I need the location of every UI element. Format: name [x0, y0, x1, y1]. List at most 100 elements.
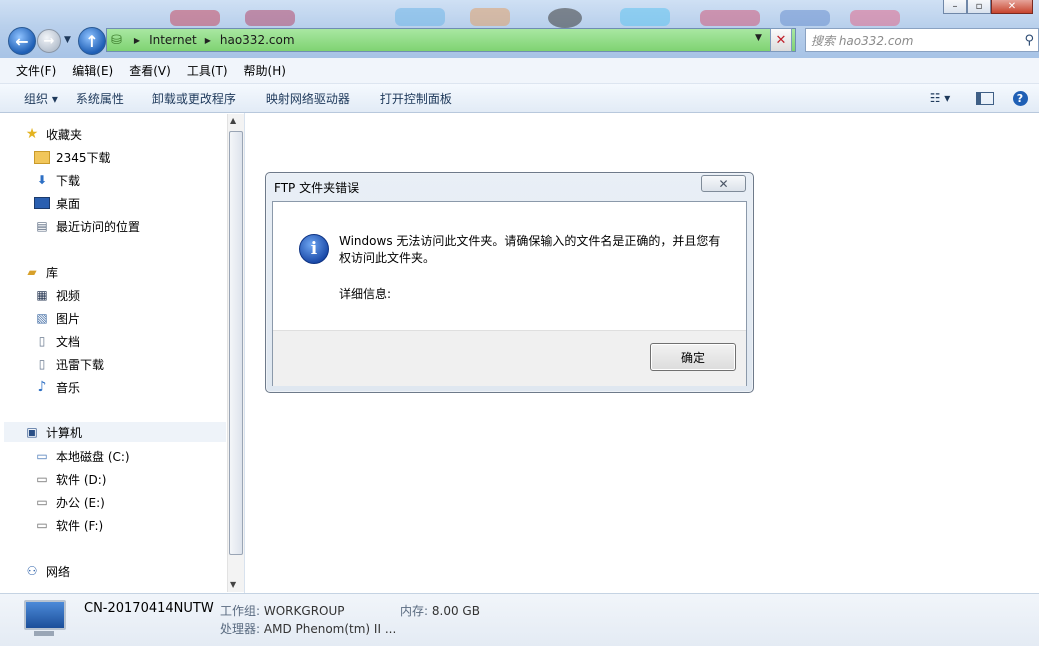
- nav-computer[interactable]: ▣ 计算机: [4, 422, 226, 442]
- picture-icon: ▧: [36, 311, 48, 325]
- scroll-up-icon[interactable]: ▲: [230, 116, 236, 125]
- breadcrumb-separator-icon: ▶: [204, 35, 211, 45]
- nav-item-label: 文档: [56, 334, 81, 349]
- dialog-close-button[interactable]: ✕: [701, 175, 746, 192]
- breadcrumb-site[interactable]: hao332.com: [220, 33, 295, 47]
- processor-info: 处理器: AMD Phenom(tm) II ...: [220, 620, 396, 637]
- nav-item-label: 桌面: [56, 196, 81, 211]
- up-button[interactable]: ↑: [78, 27, 106, 55]
- map-network-drive-button[interactable]: 映射网络驱动器: [248, 90, 362, 107]
- nav-item-label: 最近访问的位置: [56, 219, 141, 234]
- arrow-up-icon: ↑: [85, 31, 99, 51]
- nav-item-label: 软件 (F:): [56, 518, 104, 533]
- search-box[interactable]: 搜索 hao332.com ⚲: [805, 28, 1039, 52]
- memory-label: 内存:: [400, 604, 429, 618]
- nav-item-label: 软件 (D:): [56, 472, 107, 487]
- scrollbar-thumb[interactable]: [229, 131, 243, 555]
- nav-item-drive-c[interactable]: ▭ 本地磁盘 (C:): [34, 446, 130, 466]
- address-history-dropdown[interactable]: ▼: [755, 33, 762, 43]
- background-blur: [170, 10, 220, 26]
- network-location-icon: ⛁: [111, 32, 122, 48]
- library-icon: ▰: [27, 265, 37, 279]
- information-icon: i: [299, 234, 329, 264]
- nav-libraries-label: 库: [46, 265, 59, 280]
- organize-button[interactable]: 组织 ▾: [0, 90, 70, 107]
- background-blur: [850, 10, 900, 26]
- recent-pages-dropdown[interactable]: ▼: [64, 35, 71, 45]
- nav-item-drive-f[interactable]: ▭ 软件 (F:): [34, 515, 103, 535]
- breadcrumb-internet[interactable]: Internet: [149, 33, 197, 47]
- nav-favorites-label: 收藏夹: [46, 127, 83, 142]
- menu-help[interactable]: 帮助(H): [236, 62, 294, 79]
- computer-name: CN-20170414NUTW: [84, 601, 214, 616]
- nav-item-pictures[interactable]: ▧ 图片: [34, 308, 80, 328]
- system-properties-button[interactable]: 系统属性: [70, 90, 136, 107]
- nav-item-label: 本地磁盘 (C:): [56, 449, 130, 464]
- memory-value: 8.00 GB: [431, 604, 480, 618]
- stop-button[interactable]: ✕: [770, 28, 792, 52]
- uninstall-program-button[interactable]: 卸载或更改程序: [136, 90, 248, 107]
- dialog-title: FTP 文件夹错误: [274, 181, 360, 195]
- close-icon: ✕: [718, 176, 729, 191]
- preview-pane-button[interactable]: [976, 88, 994, 108]
- search-icon[interactable]: ⚲: [1024, 33, 1034, 48]
- nav-item-drive-d[interactable]: ▭ 软件 (D:): [34, 469, 106, 489]
- nav-item-downloads[interactable]: ⬇ 下载: [34, 170, 80, 190]
- nav-favorites[interactable]: ★ 收藏夹: [24, 124, 82, 144]
- nav-network-label: 网络: [46, 564, 71, 579]
- nav-item-music[interactable]: ♪ 音乐: [34, 377, 80, 397]
- open-control-panel-button[interactable]: 打开控制面板: [362, 90, 464, 107]
- maximize-button[interactable]: ▫: [967, 0, 991, 14]
- arrow-left-icon: ←: [15, 31, 29, 51]
- memory-info: 内存: 8.00 GB: [400, 602, 480, 619]
- nav-item-documents[interactable]: ▯ 文档: [34, 331, 80, 351]
- arrow-right-icon: →: [43, 33, 55, 49]
- menu-edit[interactable]: 编辑(E): [64, 62, 121, 79]
- minimize-button[interactable]: –: [943, 0, 967, 14]
- nav-item-label: 办公 (E:): [56, 495, 105, 510]
- help-button[interactable]: ?: [1011, 88, 1029, 108]
- nav-item-thunder-downloads[interactable]: ▯ 迅雷下载: [34, 354, 104, 374]
- background-blur: [780, 10, 830, 26]
- menu-tools[interactable]: 工具(T): [179, 62, 236, 79]
- hard-drive-icon: ▭: [36, 518, 48, 532]
- nav-libraries[interactable]: ▰ 库: [24, 262, 58, 282]
- scroll-down-icon[interactable]: ▼: [230, 580, 236, 589]
- computer-icon: ▣: [26, 425, 38, 439]
- dialog-body: i Windows 无法访问此文件夹。请确保输入的文件名是正确的，并且您有权访问…: [272, 201, 747, 386]
- nav-item-label: 音乐: [56, 380, 81, 395]
- command-bar: 组织 ▾ 系统属性 卸载或更改程序 映射网络驱动器 打开控制面板: [0, 84, 1039, 113]
- computer-icon: [24, 600, 66, 636]
- background-blur: [700, 10, 760, 26]
- nav-item-drive-e[interactable]: ▭ 办公 (E:): [34, 492, 105, 512]
- document-icon: ▯: [38, 357, 46, 371]
- address-bar[interactable]: ⛁ ▶ Internet ▶ hao332.com: [106, 28, 796, 52]
- nav-item-2345-downloads[interactable]: 2345下载: [34, 147, 111, 167]
- close-icon: ✕: [775, 32, 787, 48]
- view-options-icon: ☷ ▾: [929, 91, 951, 105]
- nav-network[interactable]: ⚇ 网络: [24, 561, 70, 581]
- forward-button[interactable]: →: [37, 29, 61, 53]
- preview-pane-icon: [976, 91, 994, 105]
- workgroup-label: 工作组:: [220, 604, 261, 618]
- menu-file[interactable]: 文件(F): [0, 62, 64, 79]
- nav-item-videos[interactable]: ▦ 视频: [34, 285, 80, 305]
- nav-item-desktop[interactable]: 桌面: [34, 193, 80, 213]
- details-label: 详细信息:: [339, 287, 392, 301]
- details-pane: CN-20170414NUTW 工作组: WORKGROUP 内存: 8.00 …: [0, 593, 1039, 646]
- close-button[interactable]: ✕: [991, 0, 1033, 14]
- hard-drive-icon: ▭: [36, 495, 48, 509]
- search-input[interactable]: 搜索 hao332.com: [811, 32, 1024, 49]
- processor-value: AMD Phenom(tm) II ...: [263, 622, 397, 636]
- nav-computer-label: 计算机: [46, 425, 83, 440]
- nav-item-label: 下载: [56, 173, 81, 188]
- menu-view[interactable]: 查看(V): [121, 62, 179, 79]
- back-button[interactable]: ←: [8, 27, 36, 55]
- nav-item-recent-places[interactable]: ▤ 最近访问的位置: [34, 216, 140, 236]
- ok-button[interactable]: 确定: [650, 343, 736, 371]
- change-view-button[interactable]: ☷ ▾: [920, 88, 960, 108]
- background-blur: [620, 8, 670, 26]
- document-icon: ▯: [38, 334, 46, 348]
- background-blur: [245, 10, 295, 26]
- nav-item-label: 迅雷下载: [56, 357, 105, 372]
